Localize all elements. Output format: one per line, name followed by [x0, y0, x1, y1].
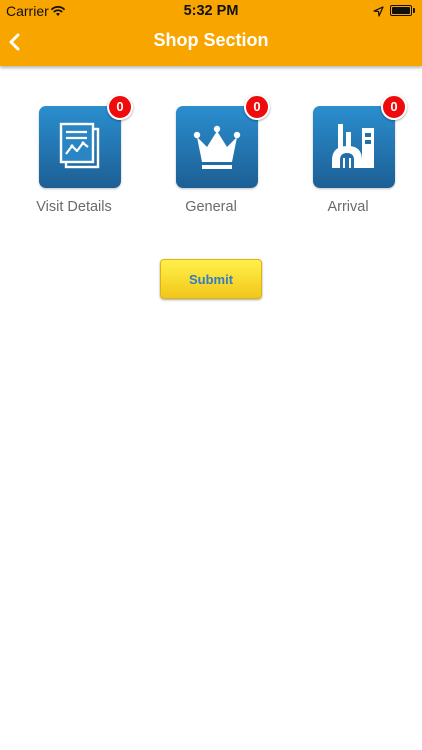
visit-details-label: Visit Details: [36, 199, 112, 215]
location-arrow-icon: [373, 4, 384, 20]
general-tile[interactable]: 0: [176, 94, 270, 188]
visit-details-icon-box[interactable]: 0: [39, 94, 133, 188]
document-chart-icon: [59, 122, 100, 169]
arrival-label: Arrival: [327, 199, 369, 215]
status-bar: Carrier 5:32 PM: [0, 0, 422, 22]
general-label: General: [185, 199, 237, 215]
visit-details-badge: 0: [107, 94, 133, 120]
status-time: 5:32 PM: [183, 3, 239, 19]
navigation-bar: Carrier 5:32 PM Shop Section: [0, 0, 422, 66]
general-icon-box[interactable]: 0: [176, 94, 270, 188]
factory-icon: [332, 124, 374, 168]
general-badge: 0: [244, 94, 270, 120]
battery-icon: [390, 5, 412, 16]
crown-icon: [193, 125, 241, 169]
arrival-badge: 0: [381, 94, 407, 120]
battery-tip: [413, 8, 415, 13]
arrival-icon-box[interactable]: 0: [313, 94, 407, 188]
submit-button[interactable]: Submit: [160, 259, 262, 299]
page-title: Shop Section: [153, 30, 269, 50]
visit-details-tile[interactable]: 0: [39, 94, 133, 188]
arrival-tile[interactable]: 0: [313, 94, 407, 188]
